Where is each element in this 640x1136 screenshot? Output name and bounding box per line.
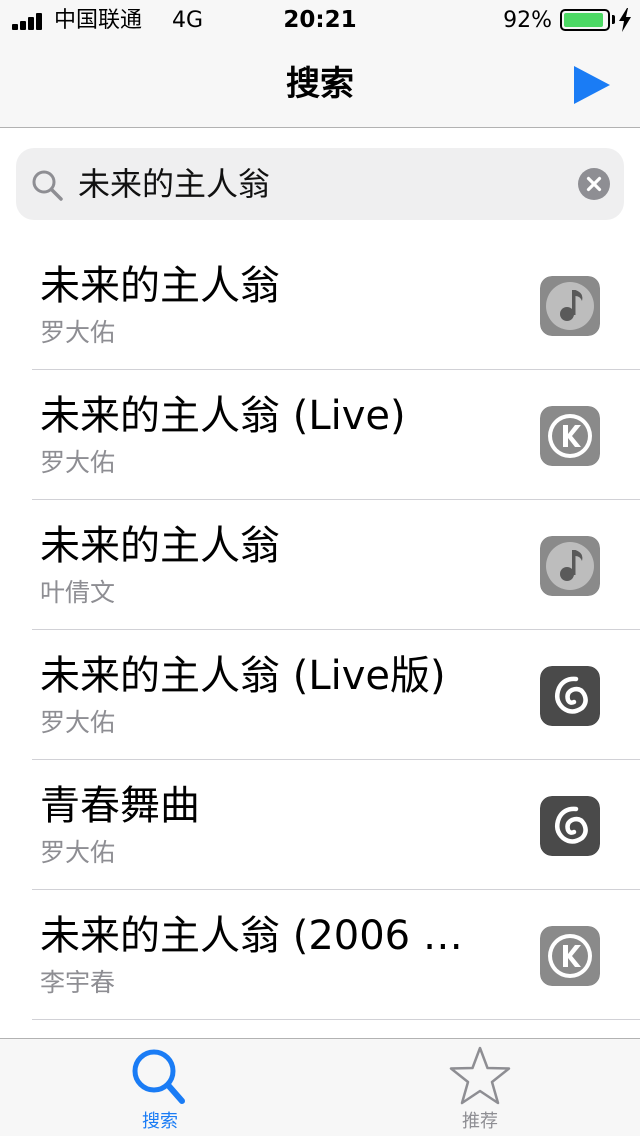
kugou-icon (540, 926, 600, 986)
song-title: 未来的主人翁 (2006 Wh... (40, 913, 500, 959)
result-row[interactable]: 未来的主人翁 (Live) 罗大佑 (0, 370, 640, 500)
play-icon (574, 66, 610, 104)
battery-percentage: 92% (503, 8, 552, 33)
song-title: 青春舞曲 (40, 783, 200, 829)
qq-music-icon (540, 276, 600, 336)
tab-label: 搜索 (142, 1111, 178, 1132)
result-row[interactable]: 青春舞曲 罗大佑 (0, 760, 640, 890)
song-artist: 罗大佑 (40, 318, 116, 347)
song-artist: 李宇春 (40, 968, 116, 997)
page-title: 搜索 (286, 64, 354, 104)
battery-icon (560, 9, 610, 31)
clear-icon (586, 176, 602, 192)
tab-search[interactable]: 搜索 (80, 1039, 240, 1136)
result-row[interactable]: 未来的主人翁 叶倩文 (0, 500, 640, 630)
play-button[interactable] (566, 62, 614, 108)
tab-recommend[interactable]: 推荐 (400, 1039, 560, 1136)
song-artist: 罗大佑 (40, 838, 116, 867)
tab-bar: 搜索 推荐 (0, 1038, 640, 1136)
song-artist: 罗大佑 (40, 448, 116, 477)
result-row[interactable]: 未来的主人翁 罗大佑 (0, 240, 640, 370)
charging-bolt-icon (619, 8, 631, 32)
netease-music-icon (540, 666, 600, 726)
clear-search-button[interactable] (578, 168, 610, 200)
battery-level-fill (564, 13, 603, 27)
magnifier-icon (32, 170, 63, 201)
navigation-bar: 搜索 (0, 40, 640, 128)
song-title: 未来的主人翁 (Live) (40, 393, 406, 439)
qq-music-icon (540, 536, 600, 596)
song-artist: 罗大佑 (40, 708, 116, 737)
search-input[interactable]: 未来的主人翁 (78, 164, 270, 204)
status-bar: 中国联通 4G 20:21 92% (0, 0, 640, 40)
song-artist: 叶倩文 (40, 578, 116, 607)
star-icon (449, 1046, 511, 1105)
search-results-list: 未来的主人翁 罗大佑 未来的主人翁 (Live) 罗大佑 未来的主人翁 叶倩文 (0, 240, 640, 1020)
kugou-icon (540, 406, 600, 466)
search-field[interactable]: 未来的主人翁 (16, 148, 624, 220)
result-row[interactable]: 未来的主人翁 (Live版) 罗大佑 (0, 630, 640, 760)
row-divider (32, 1019, 640, 1020)
result-row[interactable]: 未来的主人翁 (2006 Wh... 李宇春 (0, 890, 640, 1020)
song-title: 未来的主人翁 (40, 523, 280, 569)
battery-tip (612, 15, 615, 24)
netease-music-icon (540, 796, 600, 856)
song-title: 未来的主人翁 (Live版) (40, 653, 446, 699)
tab-label: 推荐 (462, 1111, 498, 1132)
search-icon (132, 1049, 185, 1104)
song-title: 未来的主人翁 (40, 263, 280, 309)
